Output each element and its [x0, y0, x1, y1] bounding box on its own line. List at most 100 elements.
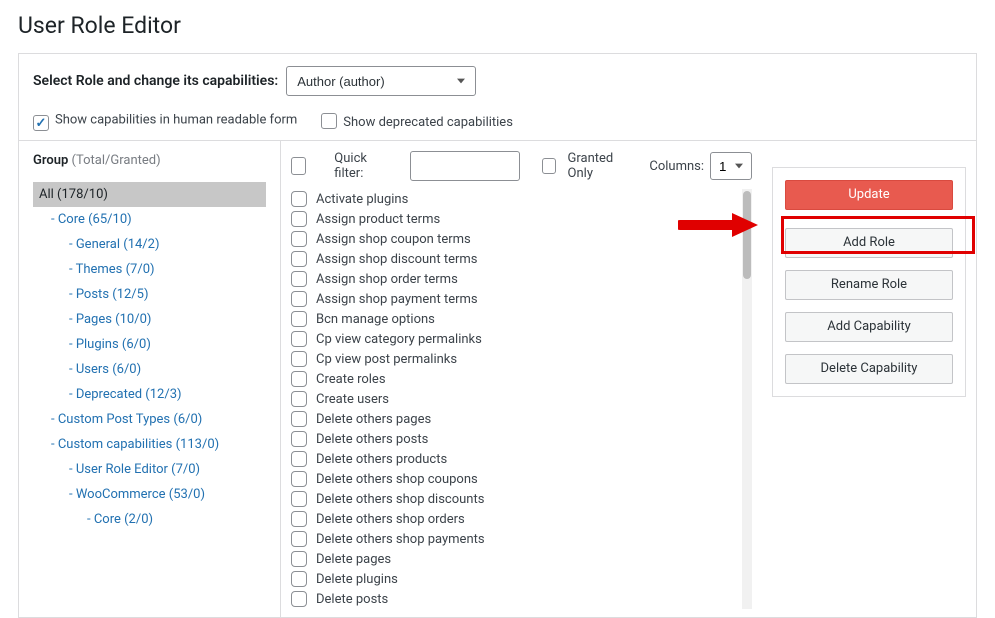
capability-checkbox[interactable]	[291, 511, 307, 527]
filter-bar: Quick filter: Granted Only Columns: 1	[291, 149, 752, 189]
group-item[interactable]: - Deprecated (12/3)	[33, 382, 266, 407]
group-item[interactable]: - Themes (7/0)	[33, 257, 266, 282]
capability-checkbox[interactable]	[291, 591, 307, 607]
show-deprecated-label: Show deprecated capabilities	[343, 115, 513, 130]
capability-label: Delete others pages	[316, 412, 431, 427]
capability-row: Delete others shop coupons	[291, 469, 738, 489]
group-item[interactable]: - Custom capabilities (113/0)	[33, 432, 266, 457]
capability-label: Assign shop order terms	[316, 272, 458, 287]
capability-checkbox[interactable]	[291, 271, 307, 287]
granted-only-checkbox[interactable]	[542, 158, 555, 174]
select-role-label: Select Role and change its capabilities:	[33, 73, 278, 89]
capability-checkbox[interactable]	[291, 191, 307, 207]
group-heading: Group (Total/Granted)	[33, 153, 266, 168]
capability-checkbox[interactable]	[291, 471, 307, 487]
select-all-checkbox[interactable]	[291, 157, 306, 175]
group-item[interactable]: - Custom Post Types (6/0)	[33, 407, 266, 432]
capability-row: Delete others products	[291, 449, 738, 469]
scrollbar[interactable]	[742, 189, 752, 609]
capability-row: Bcn manage options	[291, 309, 738, 329]
capability-row: Create roles	[291, 369, 738, 389]
capability-label: Delete others shop discounts	[316, 492, 484, 507]
capability-label: Activate plugins	[316, 192, 408, 207]
columns-select[interactable]: 1	[710, 152, 752, 180]
capability-label: Delete others shop payments	[316, 532, 485, 547]
capability-label: Delete others posts	[316, 432, 428, 447]
capability-checkbox[interactable]	[291, 491, 307, 507]
capability-row: Delete pages	[291, 549, 738, 569]
columns-label: Columns:	[649, 159, 704, 174]
group-item[interactable]: - General (14/2)	[33, 232, 266, 257]
quick-filter-label: Quick filter:	[334, 151, 388, 181]
show-human-checkbox[interactable]	[33, 115, 49, 131]
add-role-button[interactable]: Add Role	[785, 228, 953, 258]
capability-label: Create users	[316, 392, 389, 407]
quick-filter-input[interactable]	[410, 151, 520, 181]
capability-row: Cp view category permalinks	[291, 329, 738, 349]
group-sidebar: Group (Total/Granted) All (178/10)- Core…	[19, 141, 281, 617]
capability-row: Assign shop coupon terms	[291, 229, 738, 249]
capability-row: Activate plugins	[291, 189, 738, 209]
capability-checkbox[interactable]	[291, 211, 307, 227]
capability-checkbox[interactable]	[291, 551, 307, 567]
capability-row: Cp view post permalinks	[291, 349, 738, 369]
update-button[interactable]: Update	[785, 180, 953, 210]
editor-panel: Select Role and change its capabilities:…	[18, 53, 977, 618]
group-item[interactable]: - Plugins (6/0)	[33, 332, 266, 357]
capabilities-column: Quick filter: Granted Only Columns: 1 Ac…	[281, 141, 762, 617]
group-item[interactable]: - Core (65/10)	[33, 207, 266, 232]
show-deprecated-checkbox[interactable]	[321, 113, 337, 129]
add-capability-button[interactable]: Add Capability	[785, 312, 953, 342]
group-item[interactable]: - Pages (10/0)	[33, 307, 266, 332]
capability-checkbox[interactable]	[291, 291, 307, 307]
capability-row: Delete others shop payments	[291, 529, 738, 549]
capability-label: Assign shop payment terms	[316, 292, 478, 307]
page-title: User Role Editor	[18, 12, 977, 39]
role-select[interactable]: Author (author)	[286, 66, 476, 96]
capability-checkbox[interactable]	[291, 351, 307, 367]
capability-checkbox[interactable]	[291, 391, 307, 407]
capability-checkbox[interactable]	[291, 331, 307, 347]
capability-checkbox[interactable]	[291, 371, 307, 387]
granted-only-label: Granted Only	[568, 151, 628, 181]
capability-label: Delete plugins	[316, 572, 398, 587]
capability-checkbox[interactable]	[291, 411, 307, 427]
capability-checkbox[interactable]	[291, 251, 307, 267]
rename-role-button[interactable]: Rename Role	[785, 270, 953, 300]
capability-label: Delete posts	[316, 592, 388, 607]
capability-row: Delete plugins	[291, 569, 738, 589]
capability-label: Delete pages	[316, 552, 391, 567]
actions-column: Update Add Role Rename Role Add Capabili…	[762, 141, 976, 617]
capability-label: Cp view category permalinks	[316, 332, 482, 347]
delete-capability-button[interactable]: Delete Capability	[785, 354, 953, 384]
capability-label: Assign shop discount terms	[316, 252, 477, 267]
capability-checkbox[interactable]	[291, 231, 307, 247]
capability-row: Delete others shop orders	[291, 509, 738, 529]
capability-checkbox[interactable]	[291, 531, 307, 547]
capability-label: Create roles	[316, 372, 386, 387]
capability-row: Assign shop payment terms	[291, 289, 738, 309]
scrollbar-thumb[interactable]	[743, 191, 751, 279]
capability-row: Create users	[291, 389, 738, 409]
capability-label: Delete others products	[316, 452, 447, 467]
capability-row: Assign shop discount terms	[291, 249, 738, 269]
capability-label: Assign product terms	[316, 212, 440, 227]
actions-panel: Update Add Role Rename Role Add Capabili…	[772, 167, 966, 397]
group-item[interactable]: - Posts (12/5)	[33, 282, 266, 307]
capability-label: Assign shop coupon terms	[316, 232, 471, 247]
topbar: Select Role and change its capabilities:…	[19, 54, 976, 141]
group-item[interactable]: - User Role Editor (7/0)	[33, 457, 266, 482]
capability-row: Delete posts	[291, 589, 738, 609]
group-item[interactable]: All (178/10)	[33, 182, 266, 207]
capability-checkbox[interactable]	[291, 451, 307, 467]
group-item[interactable]: - Core (2/0)	[33, 507, 266, 532]
group-item[interactable]: - WooCommerce (53/0)	[33, 482, 266, 507]
capability-checkbox[interactable]	[291, 311, 307, 327]
capability-checkbox[interactable]	[291, 431, 307, 447]
capability-row: Assign shop order terms	[291, 269, 738, 289]
show-human-label: Show capabilities in human readable form	[55, 113, 297, 128]
capability-label: Delete others shop coupons	[316, 472, 478, 487]
capability-row: Delete others shop discounts	[291, 489, 738, 509]
group-item[interactable]: - Users (6/0)	[33, 357, 266, 382]
capability-checkbox[interactable]	[291, 571, 307, 587]
